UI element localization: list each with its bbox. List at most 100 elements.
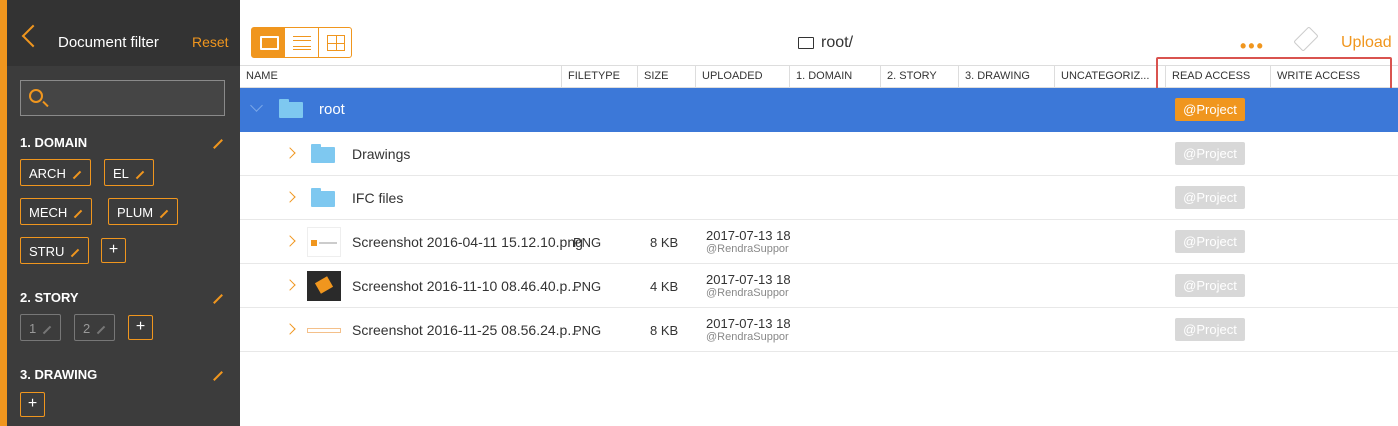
table-row[interactable]: IFC files @Project: [240, 176, 1398, 220]
table-row[interactable]: Screenshot 2016-11-10 08.46.40.p... PNG …: [240, 264, 1398, 308]
row-name: Screenshot 2016-11-25 08.56.24.p...: [352, 322, 580, 338]
column-header-filetype[interactable]: FILETYPE: [561, 66, 637, 88]
pencil-icon[interactable]: [42, 325, 52, 334]
pencil-icon[interactable]: [96, 325, 106, 334]
pencil-icon[interactable]: [71, 248, 80, 257]
reset-button[interactable]: Reset: [192, 34, 229, 50]
tag-el[interactable]: EL: [104, 159, 154, 186]
row-size: 8 KB: [650, 235, 679, 250]
row-size: 4 KB: [650, 279, 679, 294]
chevron-right-icon[interactable]: [284, 147, 296, 159]
read-access-badge: @Project: [1175, 230, 1245, 253]
sidebar-title: Document filter: [58, 34, 159, 51]
table-row[interactable]: Screenshot 2016-04-11 15.12.10.png PNG 8…: [240, 220, 1398, 264]
tag-story-2[interactable]: 2: [74, 314, 116, 341]
row-uploaded: 2017-07-13 18: @RendraSuppor: [706, 316, 790, 343]
upload-user: @RendraSuppor: [706, 331, 789, 343]
read-access-badge: @Project: [1175, 142, 1245, 165]
search-box: [20, 80, 225, 116]
tag-icon[interactable]: [1293, 26, 1319, 52]
tag-story-1[interactable]: 1: [20, 314, 62, 341]
column-header-size[interactable]: SIZE: [637, 66, 695, 88]
chevron-right-icon[interactable]: [284, 323, 296, 335]
row-filetype: PNG: [573, 235, 602, 250]
table-row[interactable]: root @Project: [240, 88, 1398, 132]
row-filetype: PNG: [573, 323, 602, 338]
read-access-badge: @Project: [1175, 98, 1245, 121]
grid-view-button[interactable]: [319, 28, 351, 57]
column-header-drawing[interactable]: 3. DRAWING: [958, 66, 1054, 88]
row-name: IFC files: [352, 190, 404, 206]
upload-user: @RendraSuppor: [706, 243, 789, 255]
tag-arch[interactable]: ARCH: [20, 159, 91, 186]
column-header-uploaded[interactable]: UPLOADED: [695, 66, 789, 88]
add-domain-button[interactable]: +: [101, 238, 126, 263]
column-header-name[interactable]: NAME: [240, 66, 561, 88]
row-size: 8 KB: [650, 323, 679, 338]
thumbnail-text-icon: [319, 242, 337, 244]
pencil-icon[interactable]: [72, 170, 82, 179]
row-name: Screenshot 2016-04-11 15.12.10.png: [352, 234, 583, 250]
edit-domain-icon[interactable]: [213, 139, 223, 149]
tag-plum[interactable]: PLUM: [108, 198, 179, 225]
back-icon[interactable]: [21, 24, 45, 48]
document-filter-sidebar: Document filter Reset 1. DOMAIN ARCH EL …: [0, 0, 240, 426]
breadcrumb: root/: [821, 34, 854, 51]
tag-stru[interactable]: STRU: [20, 237, 90, 264]
file-thumbnail: [307, 227, 341, 257]
folder-icon: [311, 188, 335, 207]
thumbnail-bar-icon: [307, 328, 341, 333]
column-header-domain[interactable]: 1. DOMAIN: [789, 66, 880, 88]
pencil-icon[interactable]: [135, 170, 145, 179]
upload-date: 2017-07-13 18:: [706, 316, 790, 331]
tag-label: EL: [113, 166, 129, 181]
folder-icon: [311, 144, 335, 163]
row-name: Screenshot 2016-11-10 08.46.40.p...: [352, 278, 580, 294]
list-icon: [293, 36, 312, 50]
folder-icon: [260, 36, 279, 50]
column-header-uncategorized[interactable]: UNCATEGORIZ...: [1054, 66, 1155, 88]
chevron-right-icon[interactable]: [284, 235, 296, 247]
read-access-badge: @Project: [1175, 186, 1245, 209]
file-thumbnail: [307, 315, 341, 345]
pencil-icon[interactable]: [159, 209, 169, 218]
tag-mech[interactable]: MECH: [20, 198, 93, 225]
chevron-down-icon[interactable]: [250, 99, 263, 112]
thumbnail-pin-icon: [314, 276, 334, 294]
edit-drawing-icon[interactable]: [213, 371, 223, 381]
sidebar-header: Document filter Reset: [7, 0, 240, 66]
more-options-icon[interactable]: •••: [1240, 36, 1265, 57]
list-view-button[interactable]: [285, 28, 319, 57]
drawing-section-title: 3. DRAWING: [20, 367, 98, 382]
grid-icon: [326, 35, 345, 51]
upload-user: @RendraSuppor: [706, 287, 789, 299]
chevron-right-icon[interactable]: [284, 191, 296, 203]
upload-date: 2017-07-13 18:: [706, 272, 790, 287]
pencil-icon[interactable]: [74, 209, 83, 218]
add-drawing-button[interactable]: +: [20, 392, 45, 417]
edit-story-icon[interactable]: [213, 294, 223, 304]
chevron-right-icon[interactable]: [284, 279, 296, 291]
tag-label: PLUM: [117, 205, 154, 220]
thumbnail-logo-icon: [311, 240, 317, 246]
folder-icon: [279, 99, 303, 118]
tag-label: 1: [29, 321, 37, 336]
tag-label: STRU: [29, 244, 65, 259]
column-header-story[interactable]: 2. STORY: [880, 66, 958, 88]
upload-button[interactable]: Upload: [1341, 34, 1392, 52]
row-name: Drawings: [352, 146, 411, 162]
tag-label: MECH: [29, 205, 68, 220]
read-access-badge: @Project: [1175, 274, 1245, 297]
table-row[interactable]: Drawings @Project: [240, 132, 1398, 176]
table-row[interactable]: Screenshot 2016-11-25 08.56.24.p... PNG …: [240, 308, 1398, 352]
read-access-badge: @Project: [1175, 318, 1245, 341]
add-story-button[interactable]: +: [128, 315, 153, 340]
folder-view-button[interactable]: [252, 28, 286, 57]
story-section-title: 2. STORY: [20, 290, 79, 305]
folder-outline-icon: [798, 37, 814, 49]
search-icon: [29, 89, 43, 103]
domain-section-title: 1. DOMAIN: [20, 135, 88, 150]
tag-label: ARCH: [29, 166, 66, 181]
tag-label: 2: [83, 321, 91, 336]
search-input[interactable]: [55, 81, 223, 115]
